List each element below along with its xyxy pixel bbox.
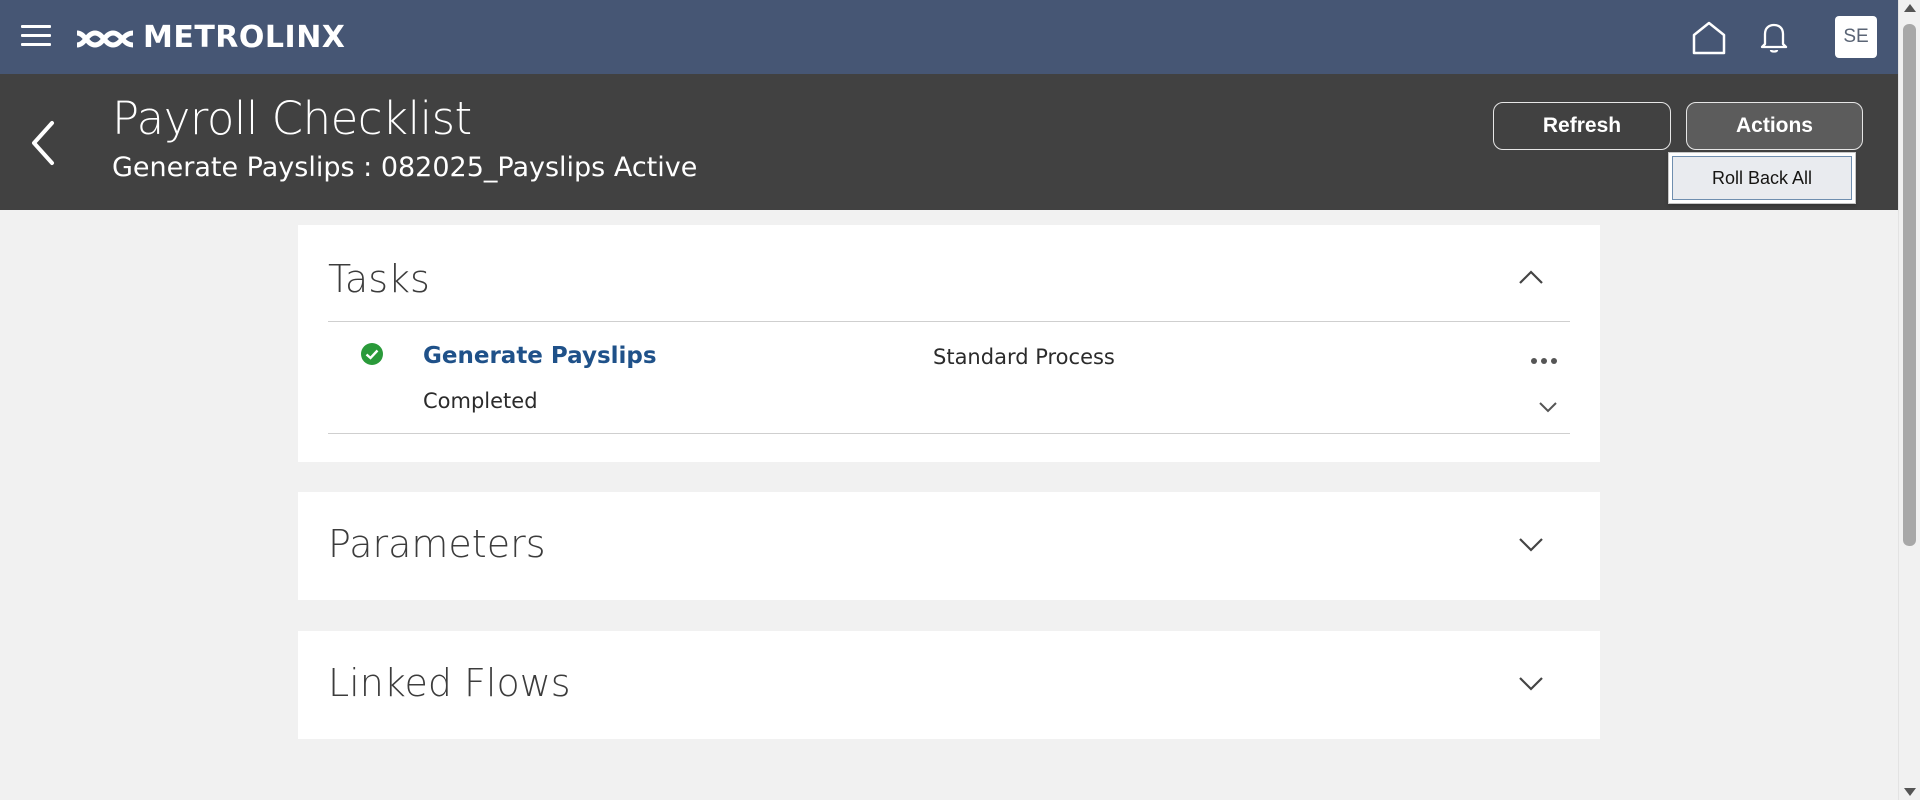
check-circle-icon — [361, 343, 383, 365]
task-status: Completed — [423, 389, 538, 413]
chevron-down-icon[interactable] — [1538, 401, 1558, 414]
bell-icon[interactable] — [1758, 20, 1790, 54]
more-icon[interactable] — [1530, 356, 1558, 366]
brand-name: METROLINX — [143, 19, 346, 55]
brand-logo[interactable]: METROLINX — [75, 18, 345, 56]
task-type: Standard Process — [933, 345, 1115, 369]
back-arrow-icon[interactable] — [28, 119, 58, 167]
linked-flows-section: Linked Flows — [298, 631, 1600, 739]
chevron-down-icon[interactable] — [1518, 537, 1544, 553]
metrolinx-logo-icon — [76, 30, 134, 48]
section-title: Linked Flows — [328, 661, 571, 705]
section-title: Tasks — [328, 257, 430, 301]
chevron-down-icon[interactable] — [1518, 676, 1544, 692]
scrollbar[interactable] — [1898, 0, 1920, 800]
scroll-thumb[interactable] — [1903, 24, 1916, 546]
refresh-button[interactable]: Refresh — [1493, 102, 1671, 150]
divider — [328, 433, 1570, 434]
divider — [328, 321, 1570, 322]
actions-menu: Roll Back All — [1668, 152, 1856, 204]
home-icon[interactable] — [1690, 20, 1728, 56]
section-title: Parameters — [328, 522, 546, 566]
menu-icon[interactable] — [21, 25, 51, 49]
parameters-section: Parameters — [298, 492, 1600, 600]
menu-item-roll-back-all[interactable]: Roll Back All — [1672, 156, 1852, 200]
scroll-up-icon[interactable] — [1904, 4, 1916, 12]
page-header: Payroll Checklist Generate Payslips : 08… — [0, 74, 1898, 210]
page-title: Payroll Checklist — [112, 92, 472, 145]
global-header: METROLINX SE — [0, 0, 1898, 74]
avatar[interactable]: SE — [1835, 16, 1877, 58]
scroll-down-icon[interactable] — [1904, 788, 1916, 796]
task-name-link[interactable]: Generate Payslips — [423, 343, 657, 369]
actions-button[interactable]: Actions — [1686, 102, 1863, 150]
tasks-section: Tasks Generate Payslips Standard Process… — [298, 225, 1600, 462]
page-subtitle: Generate Payslips : 082025_Payslips Acti… — [112, 152, 698, 183]
chevron-up-icon[interactable] — [1518, 269, 1544, 285]
